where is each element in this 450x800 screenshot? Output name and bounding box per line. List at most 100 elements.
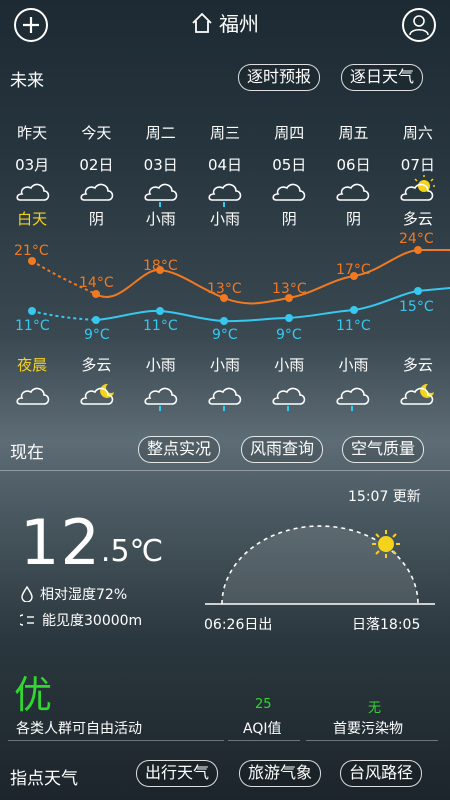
droplet-icon <box>21 586 33 602</box>
day-icons <box>16 175 435 207</box>
now-label: 现在 <box>10 443 44 463</box>
high-temp-label: 18°C <box>143 258 178 274</box>
rain-icon <box>144 183 178 207</box>
high-temp-label: 14°C <box>79 275 114 291</box>
low-temp-point <box>92 316 100 324</box>
day-weather: 小雨 <box>209 210 240 228</box>
visibility-text: 能见度30000m <box>42 613 143 629</box>
cloudy-night-icon <box>400 383 434 405</box>
rain-icon <box>336 387 370 411</box>
day-weather: 阴 <box>346 210 362 228</box>
day-weather: 多云 <box>402 210 433 228</box>
cloud-icon <box>16 183 50 201</box>
home-icon <box>192 12 212 33</box>
user-button[interactable] <box>402 8 436 42</box>
night-weather: 小雨 <box>274 356 305 374</box>
high-temp-label: 13°C <box>272 281 307 297</box>
low-temp-point <box>220 317 228 325</box>
night-weather: 多云 <box>81 356 112 374</box>
rain-icon <box>144 387 178 411</box>
low-temp-label: 15°C <box>399 299 434 315</box>
week-label: 昨天 <box>17 124 48 142</box>
low-temp-label: 11°C <box>336 318 371 334</box>
temp-decimal: .5 <box>100 534 130 569</box>
rain-icon <box>208 387 242 411</box>
low-temp-label: 9°C <box>276 327 302 343</box>
high-temp-point <box>92 290 100 298</box>
low-temp-label: 11°C <box>15 318 50 334</box>
aqi-underline <box>228 740 300 741</box>
visibility-row: 能见度30000m <box>20 610 142 630</box>
divider <box>0 470 450 471</box>
day-weather: 阴 <box>281 210 297 228</box>
sun-arc <box>205 525 435 605</box>
low-temp-point <box>28 307 36 315</box>
cloudy-night-icon <box>80 383 114 405</box>
cloud-icon <box>272 183 306 201</box>
hourly-observation-button[interactable]: 整点实况 <box>138 436 221 463</box>
current-temperature: 12 .5 ℃ <box>20 506 163 579</box>
day-label: 白天 <box>17 210 48 228</box>
low-temp-point <box>350 306 358 314</box>
low-temp-label: 11°C <box>143 318 178 334</box>
air-advice: 各类人群可自由活动 <box>16 721 142 737</box>
aqi-value: 25 <box>255 697 272 712</box>
high-temp-label: 13°C <box>207 281 242 297</box>
high-temp-label: 24°C <box>399 231 434 247</box>
night-label: 夜晨 <box>17 356 48 374</box>
tourism-weather-button[interactable]: 旅游气象 <box>239 760 322 787</box>
aqi-underline <box>8 740 224 741</box>
temp-integer: 12 <box>20 506 101 579</box>
week-label: 周四 <box>274 124 305 142</box>
week-label: 周六 <box>402 124 433 142</box>
temp-unit: ℃ <box>129 534 164 569</box>
low-temp-label: 9°C <box>212 327 238 343</box>
rain-icon <box>208 183 242 207</box>
daily-weather-button[interactable]: 逐日天气 <box>341 64 424 91</box>
night-weather-row: 夜晨 多云 小雨 小雨 小雨 小雨 多云 <box>0 354 450 375</box>
high-temp-label: 17°C <box>336 262 371 278</box>
travel-weather-button[interactable]: 出行天气 <box>136 760 219 787</box>
pollutant-label: 首要污染物 <box>333 721 403 737</box>
low-temp-label: 9°C <box>84 327 110 343</box>
wind-rain-query-button[interactable]: 风雨查询 <box>241 436 324 463</box>
partly-cloudy-icon <box>400 175 435 201</box>
high-temp-point <box>414 246 422 254</box>
visibility-icon <box>20 614 34 626</box>
future-label: 未来 <box>10 71 44 91</box>
high-temp-label: 21°C <box>14 243 49 259</box>
day-weather: 阴 <box>88 210 104 228</box>
air-quality-button[interactable]: 空气质量 <box>342 436 425 463</box>
low-temp-point <box>285 314 293 322</box>
low-temp-point <box>156 307 164 315</box>
night-weather: 小雨 <box>145 356 176 374</box>
night-weather: 多云 <box>402 356 433 374</box>
low-temp-point <box>414 287 422 295</box>
update-time: 15:07 更新 <box>348 489 421 505</box>
city-name: 福州 <box>219 12 259 36</box>
week-label: 今天 <box>81 124 112 142</box>
typhoon-path-button[interactable]: 台风路径 <box>340 760 423 787</box>
week-label: 周三 <box>209 124 240 142</box>
day-weather: 小雨 <box>145 210 176 228</box>
rain-icon <box>272 387 306 411</box>
week-label: 周五 <box>338 124 369 142</box>
sunset-time: 日落18:05 <box>352 617 421 633</box>
aqi-underline <box>306 740 438 741</box>
pollutant-value: 无 <box>368 701 382 716</box>
night-weather: 小雨 <box>338 356 369 374</box>
air-grade: 优 <box>14 673 53 717</box>
aqi-label: AQI值 <box>243 721 282 737</box>
cloud-icon <box>16 387 50 405</box>
night-icons <box>16 383 434 411</box>
night-weather: 小雨 <box>209 356 240 374</box>
user-icon <box>409 15 429 36</box>
week-row: 昨天 今天 周二 周三 周四 周五 周六 <box>0 122 450 143</box>
humidity-row: 相对湿度72% <box>20 584 127 604</box>
city-title[interactable]: 福州 <box>0 8 450 37</box>
guide-weather-label: 指点天气 <box>10 769 78 789</box>
week-label: 周二 <box>145 124 176 142</box>
cloud-icon <box>80 183 114 201</box>
cloud-icon <box>336 183 370 201</box>
hourly-forecast-button[interactable]: 逐时预报 <box>238 64 321 91</box>
